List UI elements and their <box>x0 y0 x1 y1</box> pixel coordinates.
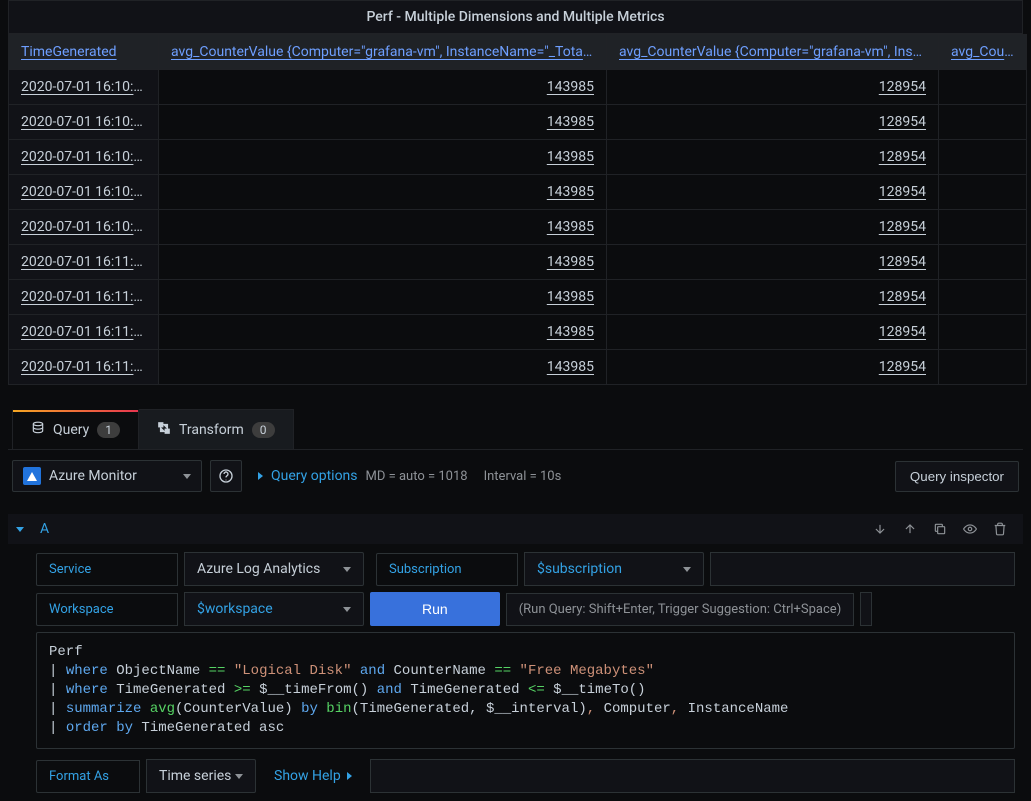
query-options-toggle[interactable]: Query options MD = auto = 1018Interval =… <box>250 468 585 484</box>
chevron-down-icon <box>183 474 191 479</box>
datasource-picker[interactable]: Azure Monitor <box>12 460 202 492</box>
chevron-down-icon <box>16 527 24 532</box>
database-icon <box>31 421 45 439</box>
cell-time[interactable]: 2020-07-01 16:10:10 <box>9 70 159 105</box>
cell-value[interactable] <box>939 175 1027 210</box>
cell-time[interactable]: 2020-07-01 16:10:40 <box>9 175 159 210</box>
subscription-select[interactable]: $subscription <box>524 552 704 586</box>
cell-value[interactable]: 143985 <box>159 210 607 245</box>
service-label: Service <box>36 553 178 586</box>
subscription-label: Subscription <box>376 553 518 586</box>
chevron-down-icon <box>683 567 691 572</box>
cell-value[interactable]: 143985 <box>159 280 607 315</box>
cell-value[interactable] <box>939 245 1027 280</box>
tab-bar: Query 1 Transform 0 <box>8 409 1023 450</box>
datasource-help-button[interactable] <box>210 460 242 492</box>
workspace-select[interactable]: $workspace <box>184 592 364 626</box>
tab-label: Transform <box>179 422 244 438</box>
cell-value[interactable] <box>939 350 1027 385</box>
azure-icon <box>23 467 41 485</box>
cell-value[interactable]: 143985 <box>159 140 607 175</box>
cell-time[interactable]: 2020-07-01 16:11:30 <box>9 350 159 385</box>
cell-value[interactable] <box>939 315 1027 350</box>
filler <box>860 592 872 626</box>
table-row: 2020-07-01 16:11:30143985128954 <box>9 350 1027 385</box>
query-row-name[interactable]: A <box>32 521 49 537</box>
tab-label: Query <box>53 422 89 438</box>
tab-transform[interactable]: Transform 0 <box>139 409 294 449</box>
move-down-icon[interactable] <box>871 520 889 538</box>
cell-value[interactable]: 143985 <box>159 175 607 210</box>
column-header[interactable]: TimeGenerated <box>9 35 159 70</box>
table-row: 2020-07-01 16:10:20143985128954 <box>9 105 1027 140</box>
tab-count-badge: 0 <box>252 422 275 438</box>
cell-value[interactable]: 128954 <box>607 140 939 175</box>
column-header[interactable]: avg_CounterValue {Computer="grafana-vm",… <box>159 35 607 70</box>
cell-value[interactable]: 143985 <box>159 315 607 350</box>
run-button[interactable]: Run <box>370 592 500 626</box>
filler <box>710 552 1015 586</box>
format-as-label: Format As <box>36 760 140 793</box>
cell-value[interactable]: 128954 <box>607 350 939 385</box>
table-row: 2020-07-01 16:11:20143985128954 <box>9 315 1027 350</box>
run-hint: (Run Query: Shift+Enter, Trigger Suggest… <box>506 593 855 626</box>
tab-count-badge: 1 <box>97 422 120 438</box>
workspace-label: Workspace <box>36 593 178 626</box>
cell-value[interactable]: 143985 <box>159 70 607 105</box>
query-inspector-button[interactable]: Query inspector <box>895 461 1019 492</box>
cell-time[interactable]: 2020-07-01 16:11:10 <box>9 280 159 315</box>
cell-value[interactable] <box>939 105 1027 140</box>
cell-value[interactable]: 128954 <box>607 105 939 140</box>
format-as-select[interactable]: Time series <box>146 759 256 793</box>
table-row: 2020-07-01 16:11:10143985128954 <box>9 280 1027 315</box>
cell-value[interactable]: 143985 <box>159 245 607 280</box>
cell-time[interactable]: 2020-07-01 16:10:30 <box>9 140 159 175</box>
chevron-down-icon <box>235 774 243 779</box>
query-options-meta: MD = auto = 1018Interval = 10s <box>366 469 578 484</box>
service-select[interactable]: Azure Log Analytics <box>184 552 364 586</box>
table-row: 2020-07-01 16:10:40143985128954 <box>9 175 1027 210</box>
kql-editor[interactable]: Perf | where ObjectName == "Logical Disk… <box>36 632 1015 749</box>
cell-value[interactable]: 143985 <box>159 350 607 385</box>
datasource-name: Azure Monitor <box>49 468 137 484</box>
cell-time[interactable]: 2020-07-01 16:10:20 <box>9 105 159 140</box>
cell-value[interactable] <box>939 70 1027 105</box>
cell-value[interactable]: 128954 <box>607 245 939 280</box>
cell-time[interactable]: 2020-07-01 16:11:00 <box>9 245 159 280</box>
column-header[interactable]: avg_Counter <box>939 35 1027 70</box>
cell-value[interactable]: 128954 <box>607 315 939 350</box>
cell-value[interactable]: 128954 <box>607 175 939 210</box>
show-help-toggle[interactable]: Show Help <box>262 760 364 792</box>
transform-icon <box>157 421 171 439</box>
data-table: TimeGenerated avg_CounterValue {Computer… <box>8 34 1027 385</box>
column-header[interactable]: avg_CounterValue {Computer="grafana-vm",… <box>607 35 939 70</box>
cell-time[interactable]: 2020-07-01 16:10:50 <box>9 210 159 245</box>
remove-query-icon[interactable] <box>991 520 1009 538</box>
cell-value[interactable] <box>939 140 1027 175</box>
cell-value[interactable]: 128954 <box>607 280 939 315</box>
cell-value[interactable]: 128954 <box>607 70 939 105</box>
move-up-icon[interactable] <box>901 520 919 538</box>
chevron-down-icon <box>343 607 351 612</box>
chevron-right-icon <box>258 472 263 480</box>
toggle-visibility-icon[interactable] <box>961 520 979 538</box>
cell-time[interactable]: 2020-07-01 16:11:20 <box>9 315 159 350</box>
table-row: 2020-07-01 16:10:10143985128954 <box>9 70 1027 105</box>
query-row-header[interactable]: A <box>8 514 1023 544</box>
duplicate-icon[interactable] <box>931 520 949 538</box>
filler <box>370 759 1015 793</box>
table-row: 2020-07-01 16:10:30143985128954 <box>9 140 1027 175</box>
cell-value[interactable]: 128954 <box>607 210 939 245</box>
cell-value[interactable] <box>939 210 1027 245</box>
table-row: 2020-07-01 16:11:00143985128954 <box>9 245 1027 280</box>
cell-value[interactable] <box>939 280 1027 315</box>
query-options-label: Query options <box>271 468 358 484</box>
cell-value[interactable]: 143985 <box>159 105 607 140</box>
table-row: 2020-07-01 16:10:50143985128954 <box>9 210 1027 245</box>
chevron-right-icon <box>347 772 352 780</box>
chevron-down-icon <box>343 567 351 572</box>
panel-title: Perf - Multiple Dimensions and Multiple … <box>8 0 1023 34</box>
tab-query[interactable]: Query 1 <box>12 409 139 449</box>
